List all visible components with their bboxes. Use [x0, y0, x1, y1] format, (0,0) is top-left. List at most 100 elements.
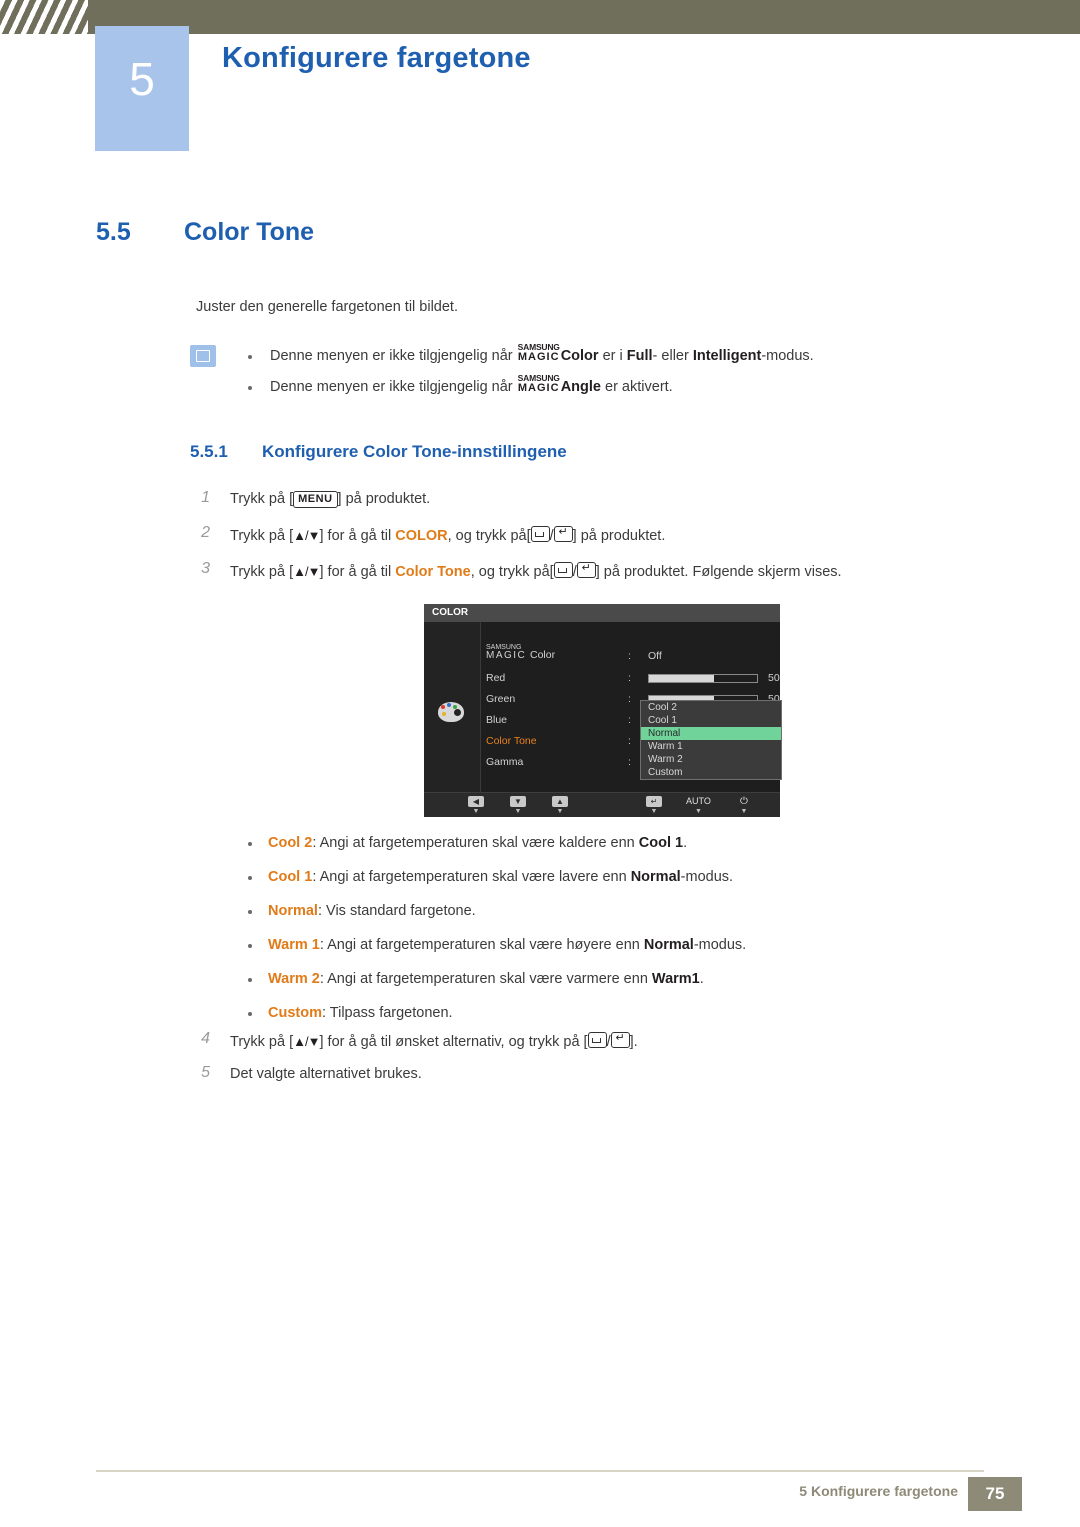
osd-auto-button[interactable]: AUTO ▼	[686, 796, 711, 815]
section-number: 5.5	[96, 218, 131, 246]
osd-magic-word: Color	[530, 649, 556, 661]
step-4-text-b: ] for å gå til ønsket alternativ, og try…	[319, 1034, 588, 1050]
page-number-badge: 75	[968, 1477, 1022, 1511]
tone-text-a: Angi at fargetemperaturen skal være lave…	[319, 869, 631, 885]
osd-option-warm2[interactable]: Warm 2	[641, 753, 781, 766]
osd-option-warm1[interactable]: Warm 1	[641, 740, 781, 753]
step-3-text-a: Trykk på [	[230, 564, 294, 580]
tone-text-a: Angi at fargetemperaturen skal være kald…	[319, 835, 639, 851]
note-magic-word: Color	[560, 348, 599, 364]
note-list: Denne menyen er ikke tilgjengelig når SA…	[240, 341, 1000, 403]
tone-text-b: -modus.	[693, 937, 747, 953]
note-text-mid: er aktivert.	[600, 379, 673, 395]
osd-color-tone-dropdown[interactable]: Cool 2 Cool 1 Normal Warm 1 Warm 2 Custo…	[640, 700, 782, 780]
osd-sidebar	[424, 622, 481, 792]
osd-row-red: Red	[486, 672, 506, 684]
tone-sep: :	[321, 1005, 330, 1021]
osd-option-normal[interactable]: Normal	[641, 727, 781, 740]
enter-key-icon	[576, 561, 596, 578]
tone-bold: Normal	[643, 937, 694, 953]
note-bold-intelligent: Intelligent	[692, 348, 762, 364]
palette-icon	[438, 700, 466, 724]
osd-title-bar: COLOR	[424, 604, 780, 622]
chapter-number: 5	[129, 53, 155, 105]
enter-key-icon	[610, 1031, 630, 1048]
osd-colon: :	[628, 672, 631, 684]
note-bold-full: Full	[626, 348, 653, 364]
step-2-text-a: Trykk på [	[230, 528, 294, 544]
list-item: Cool 2: Angi at fargetemperaturen skal v…	[240, 826, 1040, 860]
step-4-text-a: Trykk på [	[230, 1034, 294, 1050]
step-3: 3 Trykk på [▲/▼] for å gå til Color Tone…	[196, 560, 841, 580]
osd-magic-magic: MAGIC	[486, 650, 527, 661]
osd-colon: :	[628, 714, 631, 726]
step-2-text-c: , og trykk på[	[447, 528, 531, 544]
down-arrow-icon: ▼	[510, 796, 526, 807]
osd-left-button[interactable]: ◀ ▼	[468, 796, 484, 815]
osd-red-bar	[648, 674, 758, 683]
osd-footer-caption: ▼	[556, 808, 564, 815]
up-down-key-icon: ▲/▼	[293, 1034, 320, 1049]
subsection-title: Konfigurere Color Tone-innstillingene	[262, 442, 567, 461]
footer-label: 5 Konfigurere fargetone	[799, 1483, 958, 1499]
tone-text-a: Vis standard fargetone.	[326, 903, 476, 919]
step-3-number: 3	[201, 560, 210, 577]
osd-colon: :	[628, 756, 631, 768]
step-1-number: 1	[201, 489, 210, 506]
osd-footer-caption: ▼	[694, 808, 702, 815]
step-4-number: 4	[201, 1030, 210, 1047]
osd-power-button[interactable]: ⏻ ▼	[740, 796, 748, 815]
footer-divider	[96, 1470, 984, 1472]
magic-magic-text: MAGIC	[517, 382, 560, 394]
note-text-mid2: - eller	[652, 348, 693, 364]
step-3-target: Color Tone	[395, 564, 471, 580]
osd-option-cool2[interactable]: Cool 2	[641, 701, 781, 714]
source-key-icon	[553, 562, 573, 578]
enter-icon: ↵	[646, 796, 662, 807]
osd-row-gamma: Gamma	[486, 756, 524, 768]
osd-footer-caption: ▼	[740, 808, 748, 815]
tone-name: Custom	[268, 1005, 322, 1021]
list-item: Custom: Tilpass fargetonen.	[240, 996, 1040, 1030]
tone-text-a: Angi at fargetemperaturen skal være høye…	[327, 937, 644, 953]
tone-bold: Warm1	[651, 971, 700, 987]
osd-option-cool1[interactable]: Cool 1	[641, 714, 781, 727]
up-arrow-icon: ▲	[552, 796, 568, 807]
osd-row-color-tone: Color Tone	[486, 735, 537, 747]
osd-up-button[interactable]: ▲ ▼	[552, 796, 568, 815]
subsection-number: 5.5.1	[190, 442, 228, 461]
step-2-text-d: ] på produktet.	[572, 528, 666, 544]
chapter-number-badge: 5	[95, 26, 189, 151]
step-2-number: 2	[201, 524, 210, 541]
left-arrow-icon: ◀	[468, 796, 484, 807]
up-down-key-icon: ▲/▼	[293, 564, 320, 579]
power-icon: ⏻	[740, 796, 748, 807]
osd-colon: :	[628, 693, 631, 705]
tone-text-a: Angi at fargetemperaturen skal være varm…	[327, 971, 652, 987]
step-4-text-c: ].	[629, 1034, 638, 1050]
osd-option-custom[interactable]: Custom	[641, 766, 781, 779]
list-item: Normal: Vis standard fargetone.	[240, 894, 1040, 928]
note-text-mid: er i	[598, 348, 627, 364]
step-3-text-b: ] for å gå til	[319, 564, 396, 580]
page-title: Color Tone	[184, 218, 315, 246]
section-intro-text: Juster den generelle fargetonen til bild…	[196, 299, 458, 315]
note-item: Denne menyen er ikke tilgjengelig når SA…	[240, 372, 1000, 403]
step-5-number: 5	[201, 1064, 210, 1081]
step-1-text-b: ] på produktet.	[337, 491, 431, 507]
step-1: 1 Trykk på [MENU] på produktet.	[196, 489, 431, 508]
list-item: Warm 2: Angi at fargetemperaturen skal v…	[240, 962, 1040, 996]
source-key-icon	[530, 526, 550, 542]
list-item: Warm 1: Angi at fargetemperaturen skal v…	[240, 928, 1040, 962]
osd-enter-button[interactable]: ↵ ▼	[646, 796, 662, 815]
osd-footer-bar: ◀ ▼ ▼ ▼ ▲ ▼ ↵ ▼ AUTO ▼ ⏻ ▼	[424, 792, 780, 817]
step-2-text-b: ] for å gå til	[319, 528, 396, 544]
osd-body: SAMSUNG MAGIC Color : Off Red : 50 Green…	[424, 622, 782, 792]
osd-down-button[interactable]: ▼ ▼	[510, 796, 526, 815]
samsung-magic-logo: SAMSUNG MAGIC	[518, 374, 560, 394]
step-5-text: Det valgte alternativet brukes.	[230, 1066, 422, 1082]
osd-footer-caption: ▼	[650, 808, 658, 815]
tone-name: Warm 2	[268, 971, 320, 987]
chapter-title: Konfigurere fargetone	[222, 42, 531, 74]
step-4: 4 Trykk på [▲/▼] for å gå til ønsket alt…	[196, 1030, 638, 1050]
